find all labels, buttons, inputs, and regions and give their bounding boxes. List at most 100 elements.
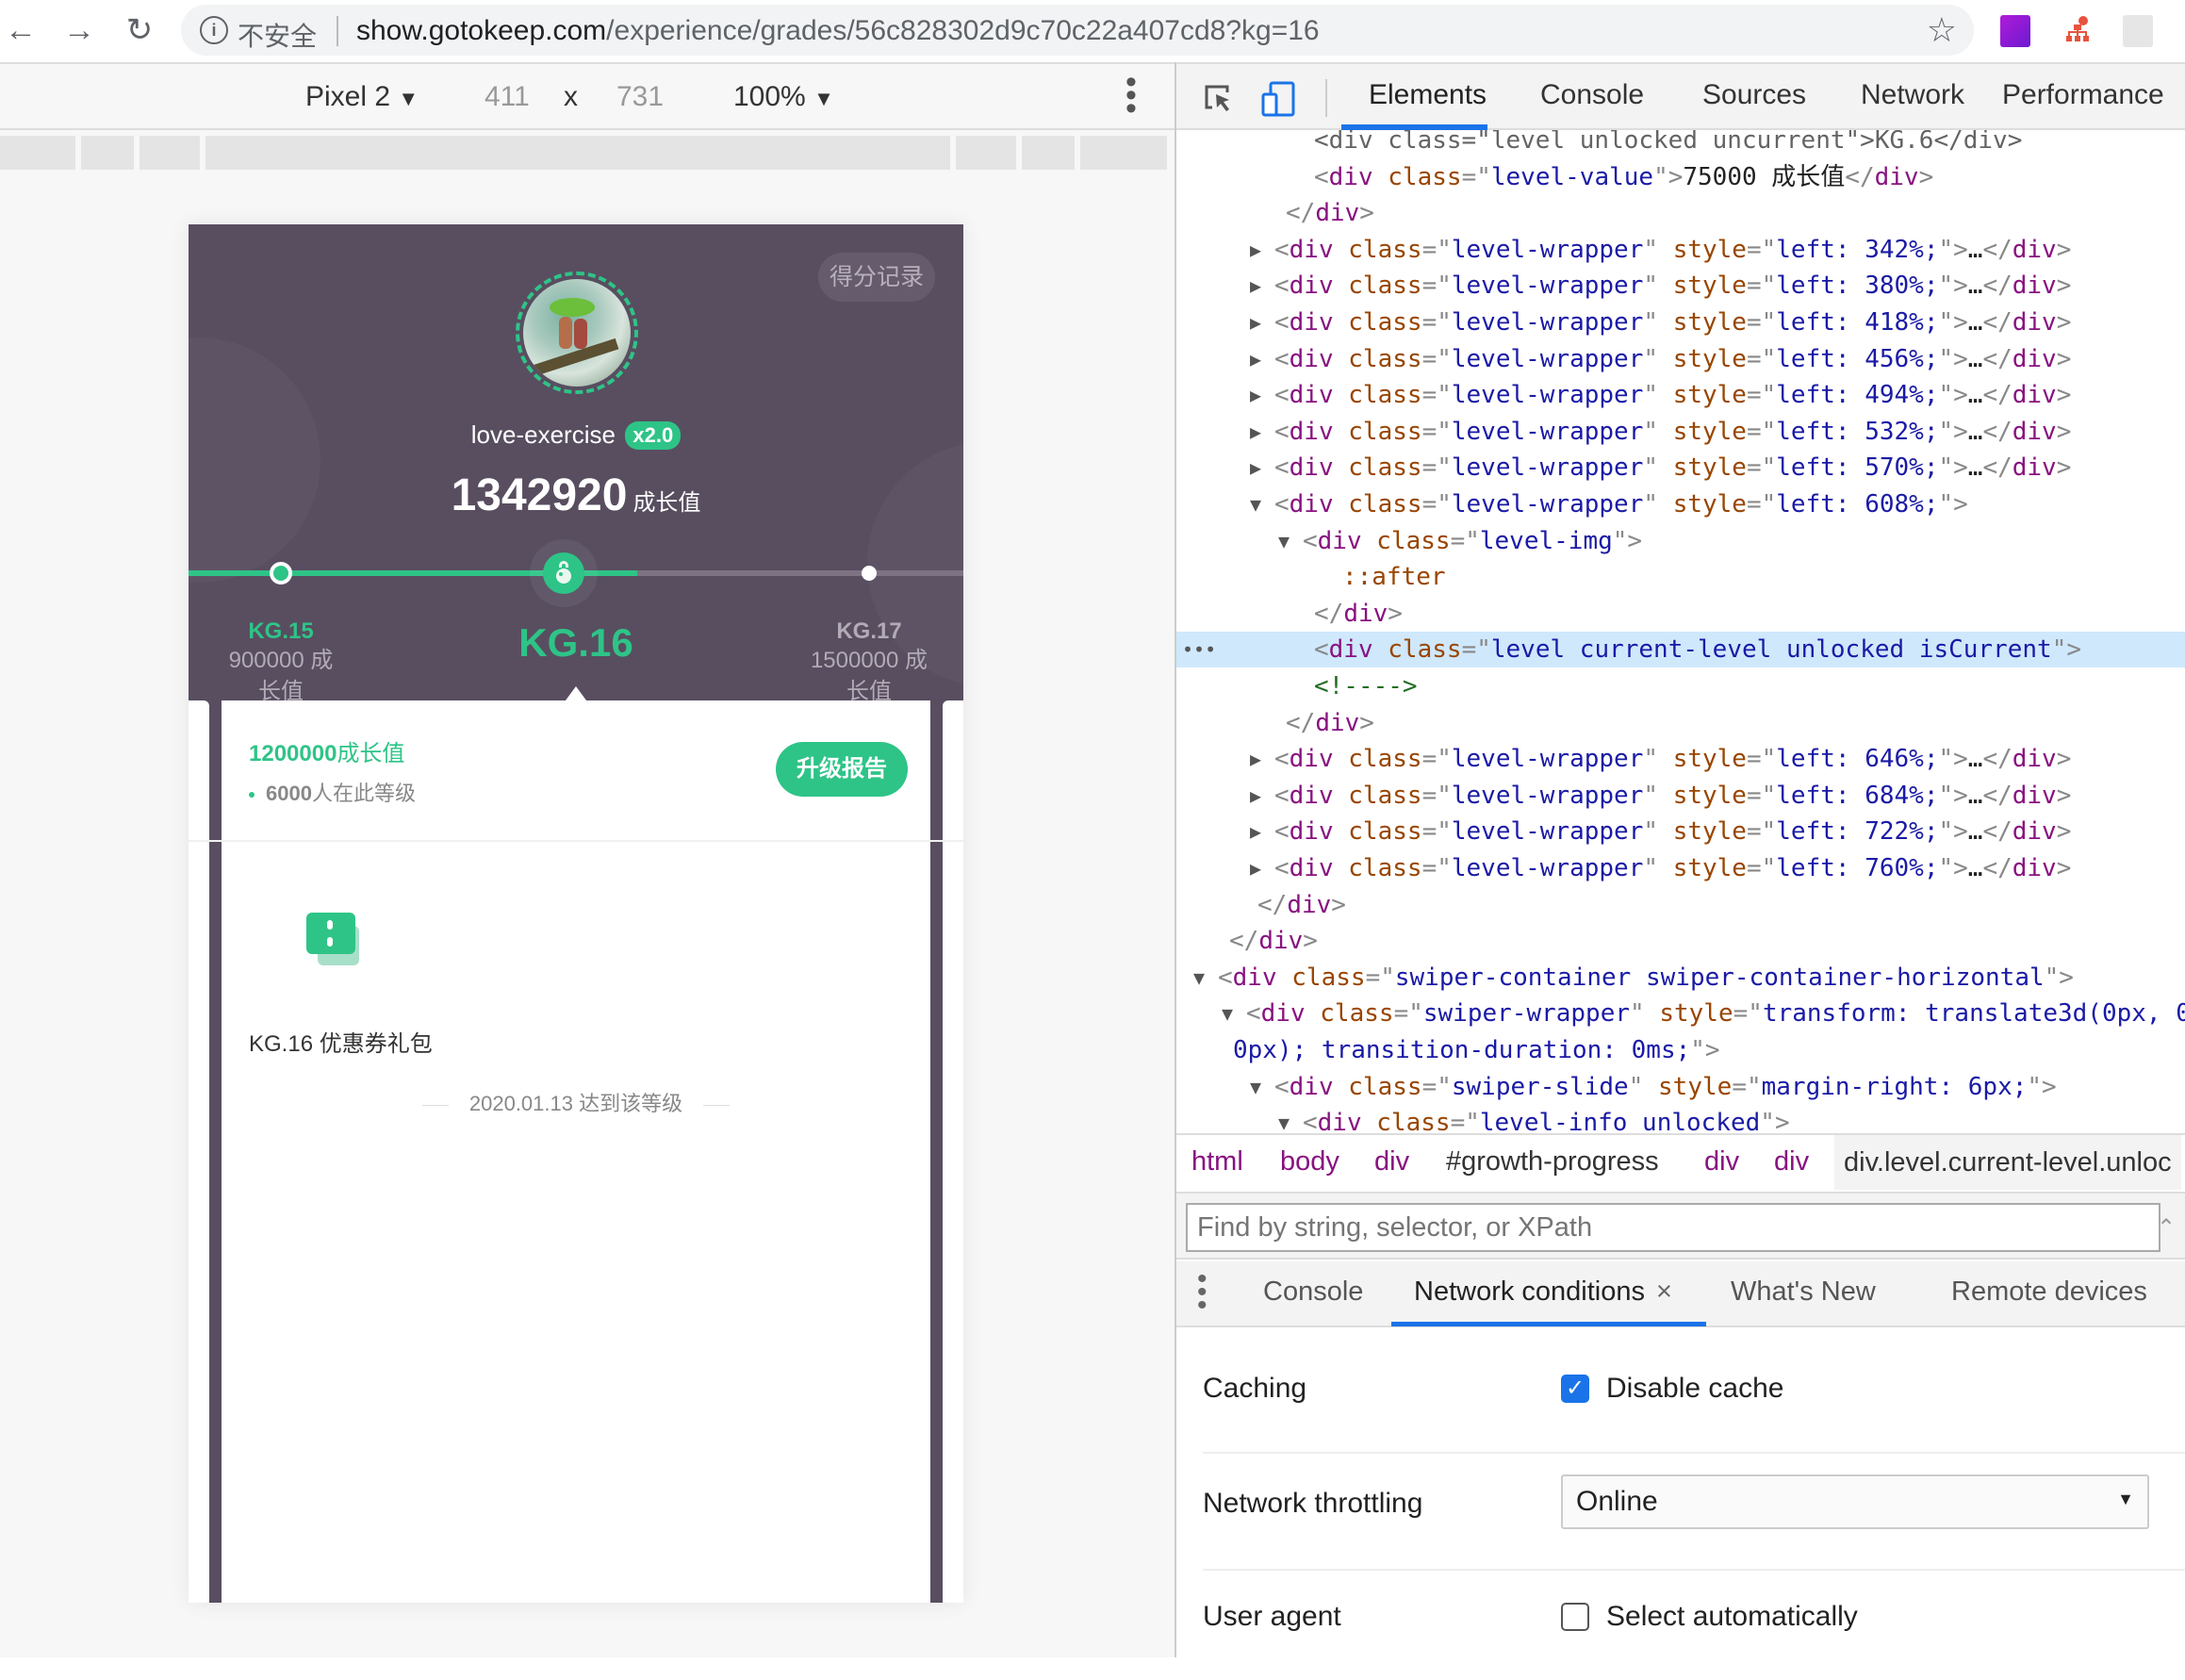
dom-node-line[interactable]: ▼ <div class="level-wrapper" style="left:… xyxy=(1176,486,2185,522)
dom-node-line[interactable]: ▶ <div class="level-wrapper" style="left:… xyxy=(1176,450,2185,486)
breadcrumb-item[interactable]: div xyxy=(1704,1146,1739,1178)
tab-console[interactable]: Console xyxy=(1540,79,1644,111)
expand-arrow-open-icon[interactable]: ▼ xyxy=(1278,523,1290,559)
tab-sources[interactable]: Sources xyxy=(1702,79,1806,111)
dom-node-line[interactable]: ▶ <div class="level-wrapper" style="left:… xyxy=(1176,850,2185,886)
select-automatically-label[interactable]: Select automatically xyxy=(1606,1601,1858,1633)
device-toolbar-toggle-icon[interactable] xyxy=(1259,79,1297,117)
ruler-segment[interactable] xyxy=(205,136,950,170)
ruler-segment[interactable] xyxy=(0,136,75,170)
expand-arrow-closed-icon[interactable]: ▶ xyxy=(1250,850,1261,886)
dom-node-line[interactable]: ▶ <div class="level-wrapper" style="left:… xyxy=(1176,341,2185,377)
dom-node-line[interactable]: ▼ <div class="swiper-wrapper" style="tran… xyxy=(1176,996,2185,1031)
device-select[interactable]: Pixel 2 ▼ xyxy=(305,81,419,113)
drawer-tab-whats-new[interactable]: What's New xyxy=(1731,1276,1876,1308)
inspect-element-icon[interactable] xyxy=(1199,79,1237,117)
zoom-select[interactable]: 100% ▼ xyxy=(733,81,834,113)
coupon-icon[interactable] xyxy=(306,913,372,969)
reload-button[interactable]: ↻ xyxy=(121,11,158,49)
expand-arrow-closed-icon[interactable]: ▶ xyxy=(1250,414,1261,450)
selected-dom-node[interactable]: ••• <div class="level current-level unloc… xyxy=(1176,632,2185,668)
back-button[interactable]: ← xyxy=(2,11,40,49)
dom-node-line[interactable]: ▶ <div class="level-wrapper" style="left:… xyxy=(1176,741,2185,777)
breadcrumb-item[interactable]: div xyxy=(1374,1146,1409,1178)
expand-arrow-open-icon[interactable]: ▼ xyxy=(1250,1069,1261,1105)
next-card-edge[interactable] xyxy=(943,700,963,1603)
breadcrumb-item[interactable]: html xyxy=(1191,1146,1243,1178)
ruler-segment[interactable] xyxy=(81,136,134,170)
security-label[interactable]: 不安全 xyxy=(238,16,317,54)
drawer-tab-console[interactable]: Console xyxy=(1263,1276,1363,1308)
breadcrumb-item[interactable]: div xyxy=(1774,1146,1809,1178)
current-level-label[interactable]: KG.16 xyxy=(482,620,670,666)
expand-arrow-open-icon[interactable]: ▼ xyxy=(1193,960,1205,996)
media-query-ruler[interactable] xyxy=(0,136,1167,170)
dom-node-line[interactable]: <div class="level unlocked uncurrent">KG… xyxy=(1176,130,2185,158)
dom-node-line[interactable]: <!----> xyxy=(1176,668,2185,704)
url-text[interactable]: show.gotokeep.com/experience/grades/56c8… xyxy=(356,15,1320,47)
height-input[interactable]: 731 xyxy=(616,81,664,113)
ruler-segment[interactable] xyxy=(140,136,200,170)
disable-cache-label[interactable]: Disable cache xyxy=(1606,1373,1783,1405)
expand-arrow-closed-icon[interactable]: ▶ xyxy=(1250,232,1261,268)
breadcrumb-item-selected[interactable]: div.level.current-level.unloc xyxy=(1834,1135,2181,1190)
close-icon[interactable]: × xyxy=(1656,1276,1672,1307)
score-record-button[interactable]: 得分记录 xyxy=(818,253,935,302)
level-label-prev[interactable]: KG.15 900000 成 长值 xyxy=(205,618,356,707)
expand-arrow-open-icon[interactable]: ▼ xyxy=(1222,996,1233,1031)
dom-node-line[interactable]: ▶ <div class="level-wrapper" style="left:… xyxy=(1176,778,2185,814)
reward-label[interactable]: KG.16 优惠券礼包 xyxy=(249,1025,433,1058)
dom-node-line[interactable]: ▶ <div class="level-wrapper" style="left:… xyxy=(1176,305,2185,340)
expand-arrow-closed-icon[interactable]: ▶ xyxy=(1250,268,1261,304)
expand-arrow-closed-icon[interactable]: ▶ xyxy=(1250,341,1261,377)
breadcrumb-item[interactable]: #growth-progress xyxy=(1446,1146,1659,1178)
elements-tree[interactable]: <div class="level unlocked uncurrent">KG… xyxy=(1176,130,2185,1195)
dom-node-line[interactable]: ::after xyxy=(1176,559,2185,595)
dom-node-line[interactable]: 0px); transition-duration: 0ms;"> xyxy=(1176,1032,2185,1068)
ruler-segment[interactable] xyxy=(1022,136,1075,170)
dom-node-line[interactable]: ▼ <div class="swiper-slide" style="margin… xyxy=(1176,1069,2185,1105)
forward-button[interactable]: → xyxy=(60,11,98,49)
dom-node-line[interactable]: ▶ <div class="level-wrapper" style="left:… xyxy=(1176,268,2185,304)
width-input[interactable]: 411 xyxy=(485,81,530,113)
upgrade-report-button[interactable]: 升级报告 xyxy=(776,742,908,797)
prev-card-edge[interactable] xyxy=(189,700,209,1603)
expand-arrow-closed-icon[interactable]: ▶ xyxy=(1250,778,1261,814)
drawer-tab-remote-devices[interactable]: Remote devices xyxy=(1951,1276,2147,1308)
dom-node-line[interactable]: </div> xyxy=(1176,887,2185,923)
level-node-kg17[interactable] xyxy=(862,566,877,581)
expand-arrow-closed-icon[interactable]: ▶ xyxy=(1250,741,1261,777)
chevron-up-icon[interactable]: ⌃ xyxy=(2157,1214,2176,1242)
dom-node-line[interactable]: ▶ <div class="level-wrapper" style="left:… xyxy=(1176,414,2185,450)
level-label-next[interactable]: KG.17 1500000 成 长值 xyxy=(794,618,945,707)
more-options-icon[interactable]: • • • xyxy=(1122,66,1141,124)
sitemap-extension-icon[interactable] xyxy=(2062,15,2093,47)
breadcrumb-item[interactable]: body xyxy=(1280,1146,1339,1178)
drawer-tab-network-conditions[interactable]: Network conditions × xyxy=(1414,1276,1672,1308)
avatar[interactable] xyxy=(516,272,638,394)
star-icon[interactable]: ☆ xyxy=(1927,10,1957,50)
dom-node-line[interactable]: </div> xyxy=(1176,923,2185,959)
tab-performance[interactable]: Performance xyxy=(2002,79,2164,111)
dom-node-line[interactable]: </div> xyxy=(1176,596,2185,632)
expand-arrow-closed-icon[interactable]: ▶ xyxy=(1250,814,1261,849)
level-node-kg16[interactable] xyxy=(543,552,584,594)
node-actions-icon[interactable]: ••• xyxy=(1182,632,1216,667)
react-devtools-extension-icon[interactable] xyxy=(2123,15,2153,47)
dom-node-line[interactable]: ▶ <div class="level-wrapper" style="left:… xyxy=(1176,232,2185,268)
dom-node-line[interactable]: </div> xyxy=(1176,195,2185,231)
info-icon[interactable]: i xyxy=(200,16,228,44)
find-input[interactable] xyxy=(1186,1203,2160,1252)
select-automatically-checkbox[interactable] xyxy=(1561,1603,1589,1631)
ruler-segment[interactable] xyxy=(1080,136,1167,170)
address-bar[interactable]: i 不安全 show.gotokeep.com/experience/grade… xyxy=(181,5,1974,56)
dom-node-line[interactable]: <div class="level-value">75000 成长值</div> xyxy=(1176,159,2185,195)
throttling-select[interactable]: Online ▼ xyxy=(1561,1474,2149,1529)
expand-arrow-closed-icon[interactable]: ▶ xyxy=(1250,305,1261,340)
level-node-kg15[interactable] xyxy=(270,562,292,585)
dom-node-line[interactable]: ▶ <div class="level-wrapper" style="left:… xyxy=(1176,377,2185,413)
disable-cache-checkbox[interactable]: ✓ xyxy=(1561,1375,1589,1403)
tab-elements[interactable]: Elements xyxy=(1369,79,1487,111)
more-tabs-icon[interactable]: • • • xyxy=(1197,1265,1208,1320)
expand-arrow-closed-icon[interactable]: ▶ xyxy=(1250,377,1261,413)
